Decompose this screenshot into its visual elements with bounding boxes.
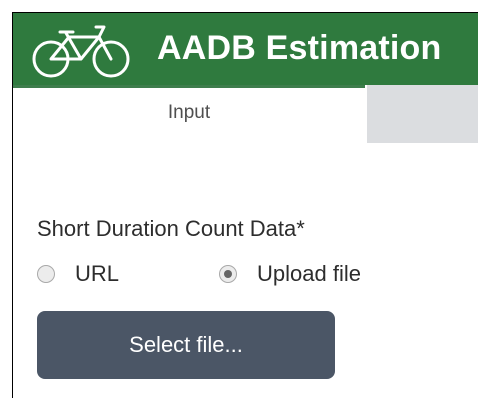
tab-input-label: Input	[167, 102, 211, 123]
tab-secondary[interactable]	[367, 85, 478, 143]
radio-button-upload-file[interactable]	[219, 265, 237, 283]
radio-label-upload-file: Upload file	[257, 261, 361, 286]
app-panel: AADB Estimation Input Short Duration Cou…	[12, 12, 478, 398]
count-data-label: Short Duration Count Data*	[37, 216, 305, 241]
radio-button-url[interactable]	[37, 265, 55, 283]
bicycle-icon	[32, 25, 130, 78]
radio-option-upload-file[interactable]: Upload file	[219, 261, 361, 287]
app-header: AADB Estimation	[13, 13, 478, 85]
tab-bar: Input	[13, 85, 478, 143]
app-title: AADB Estimation	[157, 29, 442, 67]
select-file-button[interactable]: Select file...	[37, 311, 335, 379]
radio-option-url[interactable]: URL	[37, 261, 119, 287]
tab-input[interactable]: Input	[13, 85, 365, 143]
radio-label-url: URL	[75, 261, 120, 286]
